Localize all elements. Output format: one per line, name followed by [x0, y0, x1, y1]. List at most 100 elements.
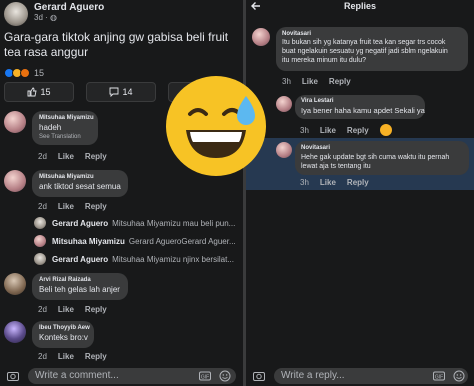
reply-actions: 3h Like Reply [300, 178, 369, 187]
reply-reply-button[interactable]: Reply [329, 77, 351, 86]
post-text: Gara-gara tiktok anjing gw gabisa beli f… [4, 30, 229, 59]
reply-avatar[interactable] [34, 217, 46, 229]
replier-name[interactable]: Novitasari [301, 145, 463, 151]
reply-snippet: Mitsuhaa Miyamizu njinx bersilat... [112, 255, 234, 264]
comment-like-button[interactable]: Like [58, 152, 74, 161]
post-time: 3d · [34, 13, 51, 22]
gif-icon[interactable]: GIF [432, 369, 446, 383]
grinning-sweat-emoji-icon [164, 74, 268, 178]
comment-icon [110, 87, 119, 97]
reply-snippet: Mitsuhaa Miyamizu mau beli pun... [112, 219, 236, 228]
commenter-name[interactable]: Mitsuhaa Miyamizu [39, 174, 121, 180]
reply-text-line: Iya bener haha kamu apdet Sekali ya [301, 106, 425, 115]
reply-time: 3h [282, 77, 291, 86]
reply-bubble[interactable]: Novitasari Hehe gak update bgt sih cuma … [295, 141, 469, 175]
comment-time: 2d [38, 305, 47, 314]
camera-icon[interactable] [252, 369, 266, 383]
like-icon [28, 87, 38, 97]
reply-bubble[interactable]: Novitasari Itu bukan sih yg katanya frui… [276, 27, 468, 71]
comment-reply-button[interactable]: Reply [85, 305, 107, 314]
reply-text-line: Itu bukan sih yg katanya fruit tea kan s… [282, 39, 446, 46]
commenter-name[interactable]: Arvi Rizal Raizada [39, 277, 121, 283]
reply-preview[interactable]: Gerard Aguero Mitsuhaa Miyamizu mau beli … [52, 219, 235, 228]
comment-like-button[interactable]: Like [58, 352, 74, 361]
commenter-avatar[interactable] [4, 111, 26, 133]
replies-header: Replies [246, 0, 474, 14]
reaction-count: 15 [34, 68, 45, 78]
reply-reply-button[interactable]: Reply [347, 126, 369, 135]
comment-bubble[interactable]: Mitsuhaa Miyamizu ank tiktod sesat semua [32, 170, 128, 197]
replier-name[interactable]: Vira Lestari [301, 98, 419, 104]
replier-avatar[interactable] [276, 96, 292, 112]
commenter-avatar[interactable] [4, 273, 26, 295]
comment-like-button[interactable]: Like [58, 202, 74, 211]
emoji-icon[interactable] [452, 369, 466, 383]
reply-time: 3h [300, 125, 309, 135]
reply-bubble[interactable]: Vira Lestari Iya bener haha kamu apdet S… [295, 95, 425, 119]
reply-text-line: buat ngelakuin sesuatu yg negatif jadi s… [282, 48, 448, 55]
comment-actions: 2d Like Reply [38, 352, 107, 361]
replies-panel: Replies Novitasari Itu bukan sih yg kata… [246, 0, 474, 386]
emoji-icon[interactable] [218, 369, 232, 383]
commenter-name[interactable]: Mitsuhaa Miyamizu [39, 115, 94, 121]
reply-reply-button[interactable]: Reply [347, 178, 369, 187]
post-reactions[interactable]: 15 [4, 67, 44, 79]
see-translation-link[interactable]: See Translation [39, 134, 91, 140]
globe-icon: ◍ [50, 13, 57, 22]
comment-button[interactable]: 14 [86, 82, 156, 102]
commenter-avatar[interactable] [4, 321, 26, 343]
reply-avatar[interactable] [34, 253, 46, 265]
reply-author: Mitsuhaa Miyamizu [52, 237, 125, 246]
comment-bubble[interactable]: Arvi Rizal Raizada Beli teh gelas lah an… [32, 273, 128, 300]
like-count: 15 [40, 87, 51, 97]
comment-reply-button[interactable]: Reply [85, 352, 107, 361]
comment-bubble[interactable]: Ibeu Thoyyib Aew Konteks bro:v [32, 321, 94, 348]
comment-count: 14 [122, 87, 133, 97]
comment-time: 2d [38, 352, 47, 361]
reply-preview[interactable]: Mitsuhaa Miyamizu Gerard AgueroGerard Agu… [52, 237, 236, 246]
comment-time: 2d [38, 152, 47, 161]
comment-text: Beli teh gelas lah anjer [39, 285, 120, 294]
reply-time: 3h [300, 178, 309, 187]
comment-time: 2d [38, 202, 47, 211]
like-button[interactable]: 15 [4, 82, 74, 102]
poster-name[interactable]: Gerard Aguero [34, 2, 104, 13]
comment-actions: 2d Like Reply [38, 202, 107, 211]
svg-text:GIF: GIF [435, 374, 443, 380]
reply-text-line: itu mereka minum itu dulu? [282, 57, 367, 64]
comment-text: ank tiktod sesat semua [39, 182, 121, 191]
comment-text: hadeh [39, 123, 62, 132]
comment-actions: 2d Like Reply [38, 305, 107, 314]
reply-author: Gerard Aguero [52, 219, 109, 228]
reply-like-button[interactable]: Like [320, 126, 336, 135]
post-meta: 3d · ◍ [34, 13, 57, 22]
comment-reply-button[interactable]: Reply [85, 202, 107, 211]
reply-composer: Write a reply... GIF [246, 366, 474, 386]
haha-reaction-icon[interactable] [379, 124, 392, 136]
reply-snippet: Gerard AgueroGerard Aguer... [128, 237, 236, 246]
reply-avatar[interactable] [34, 235, 46, 247]
poster-avatar[interactable] [4, 2, 28, 26]
comment-bubble[interactable]: Mitsuhaa Miyamizu hadeh See Translation [32, 111, 98, 145]
reply-like-button[interactable]: Like [320, 178, 336, 187]
reply-text-line: Hehe gak update bgt sih cuma waktu itu p… [301, 154, 450, 161]
replier-avatar[interactable] [252, 28, 270, 46]
replies-title: Replies [343, 1, 376, 11]
replier-name[interactable]: Novitasari [282, 31, 462, 37]
wow-reaction-icon [20, 68, 30, 78]
commenter-avatar[interactable] [4, 170, 26, 192]
reply-text-line: lewat aja ts tentang itu [301, 163, 371, 170]
gif-icon[interactable]: GIF [198, 369, 212, 383]
reply-preview[interactable]: Gerard Aguero Mitsuhaa Miyamizu njinx ber… [52, 255, 234, 264]
replier-avatar[interactable] [276, 142, 292, 158]
camera-icon[interactable] [6, 369, 20, 383]
reply-like-button[interactable]: Like [302, 77, 318, 86]
commenter-name[interactable]: Ibeu Thoyyib Aew [39, 325, 90, 331]
reply-actions: 3h Like Reply [282, 77, 351, 86]
comment-like-button[interactable]: Like [58, 305, 74, 314]
reply-author: Gerard Aguero [52, 255, 109, 264]
reply-actions: 3h Like Reply [300, 124, 392, 136]
comment-actions: 2d Like Reply [38, 152, 107, 161]
comment-reply-button[interactable]: Reply [85, 152, 107, 161]
svg-text:GIF: GIF [201, 374, 209, 380]
